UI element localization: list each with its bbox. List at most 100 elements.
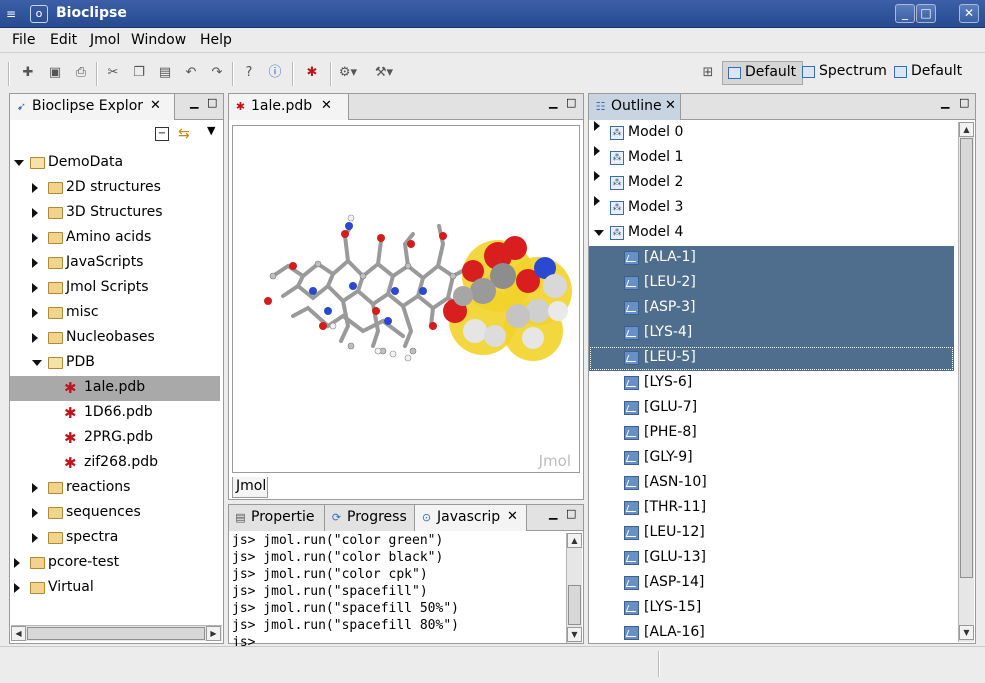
outline-residue-item[interactable]: [LYS-4]: [589, 321, 954, 346]
outline-residue-item[interactable]: [THR-11]: [589, 496, 954, 521]
undo-icon[interactable]: ↶: [181, 63, 201, 83]
minimize-view-icon[interactable]: ▁: [941, 96, 949, 109]
console-output[interactable]: js> jmol.run("color green") js> jmol.run…: [232, 532, 459, 651]
explorer-hscrollbar[interactable]: ◀ ▶: [11, 625, 222, 641]
collapsed-arrow-icon[interactable]: [32, 258, 38, 268]
collapsed-arrow-icon[interactable]: [32, 183, 38, 193]
outline-model-item[interactable]: ⁂ Model 0: [589, 121, 954, 146]
copy-icon[interactable]: ❐: [129, 63, 149, 83]
tree-item[interactable]: Jmol Scripts: [10, 276, 220, 301]
tab-progress[interactable]: ⟳ Progress: [325, 505, 415, 531]
save-icon[interactable]: ▣: [45, 63, 65, 83]
help-icon[interactable]: ⓘ: [265, 63, 285, 83]
maximize-view-icon[interactable]: □: [566, 507, 576, 520]
outline-residue-item[interactable]: [LEU-5]: [589, 346, 954, 371]
minimize-button[interactable]: _: [895, 4, 915, 23]
scroll-up-button[interactable]: ▲: [567, 533, 582, 548]
molecule-icon[interactable]: ✱: [302, 63, 322, 83]
collapsed-arrow-icon[interactable]: [32, 483, 38, 493]
collapsed-arrow-icon[interactable]: [594, 196, 600, 206]
collapsed-arrow-icon[interactable]: [32, 333, 38, 343]
tree-item[interactable]: pcore-test: [10, 551, 220, 576]
tree-item[interactable]: ✱ zif268.pdb: [10, 451, 220, 476]
window-menu-icon[interactable]: ≡: [6, 7, 22, 21]
menu-edit[interactable]: Edit: [50, 32, 77, 48]
outline-model-item[interactable]: ⁂ Model 4: [589, 221, 954, 246]
console-scrollbar[interactable]: ▲ ▼: [566, 533, 582, 643]
perspective-default[interactable]: Default: [722, 61, 804, 85]
tree-item[interactable]: Amino acids: [10, 226, 220, 251]
tree-item[interactable]: spectra: [10, 526, 220, 551]
outline-residue-item[interactable]: [ALA-1]: [589, 246, 954, 271]
scroll-left-button[interactable]: ◀: [11, 626, 26, 641]
collapsed-arrow-icon[interactable]: [32, 233, 38, 243]
open-perspective-icon[interactable]: ⊞: [698, 63, 718, 83]
menu-window[interactable]: Window: [131, 32, 186, 48]
tab-outline[interactable]: ☷ Outline ✕: [589, 94, 681, 120]
tab-javascript[interactable]: ⊙ Javascrip ✕: [415, 505, 527, 531]
expanded-arrow-icon[interactable]: [14, 160, 24, 166]
outline-model-item[interactable]: ⁂ Model 3: [589, 196, 954, 221]
tab-jmol[interactable]: Jmol: [232, 477, 268, 498]
maximize-view-icon[interactable]: □: [566, 96, 576, 109]
scroll-up-button[interactable]: ▲: [959, 122, 974, 137]
close-tab-icon[interactable]: ✕: [507, 509, 518, 524]
outline-residue-item[interactable]: [LYS-15]: [589, 596, 954, 621]
close-tab-icon[interactable]: ✕: [665, 98, 676, 113]
collapsed-arrow-icon[interactable]: [32, 308, 38, 318]
collapsed-arrow-icon[interactable]: [32, 208, 38, 218]
tree-item[interactable]: 3D Structures: [10, 201, 220, 226]
outline-residue-item[interactable]: [LEU-12]: [589, 521, 954, 546]
collapsed-arrow-icon[interactable]: [14, 558, 20, 568]
help-search-icon[interactable]: ?: [239, 63, 259, 83]
outline-residue-item[interactable]: [GLU-13]: [589, 546, 954, 571]
collapsed-arrow-icon[interactable]: [594, 146, 600, 156]
tools-dropdown-icon[interactable]: ⚒▾: [374, 63, 394, 83]
outline-residue-item[interactable]: [GLY-9]: [589, 446, 954, 471]
outline-model-item[interactable]: ⁂ Model 2: [589, 171, 954, 196]
scroll-right-button[interactable]: ▶: [206, 626, 221, 641]
expanded-arrow-icon[interactable]: [594, 230, 604, 236]
perspective-default-2[interactable]: Default: [889, 61, 968, 85]
paste-icon[interactable]: ▤: [155, 63, 175, 83]
collapsed-arrow-icon[interactable]: [14, 583, 20, 593]
close-tab-icon[interactable]: ✕: [150, 98, 161, 113]
view-menu-icon[interactable]: ▼: [207, 124, 215, 137]
tree-item[interactable]: PDB: [10, 351, 220, 376]
perspective-spectrum[interactable]: Spectrum: [797, 61, 893, 85]
maximize-view-icon[interactable]: □: [959, 96, 969, 109]
tree-item[interactable]: 2D structures: [10, 176, 220, 201]
tree-item[interactable]: misc: [10, 301, 220, 326]
collapsed-arrow-icon[interactable]: [32, 508, 38, 518]
collapsed-arrow-icon[interactable]: [594, 121, 600, 131]
tree-item[interactable]: Virtual: [10, 576, 220, 601]
run-dropdown-icon[interactable]: ⚙▾: [338, 63, 358, 83]
menu-jmol[interactable]: Jmol: [90, 32, 120, 48]
outline-model-item[interactable]: ⁂ Model 1: [589, 146, 954, 171]
outline-residue-item[interactable]: [LYS-6]: [589, 371, 954, 396]
collapsed-arrow-icon[interactable]: [594, 171, 600, 181]
tab-explorer[interactable]: ➹ Bioclipse Explor ✕: [10, 94, 175, 120]
outline-residue-item[interactable]: [PHE-8]: [589, 421, 954, 446]
outline-residue-item[interactable]: [ASP-14]: [589, 571, 954, 596]
cut-icon[interactable]: ✂: [103, 63, 123, 83]
tree-item[interactable]: reactions: [10, 476, 220, 501]
tab-1ale-pdb[interactable]: ✱ 1ale.pdb ✕: [229, 94, 349, 120]
close-button[interactable]: ✕: [959, 4, 979, 23]
scroll-thumb[interactable]: [568, 585, 581, 625]
tree-item[interactable]: ✱ 1ale.pdb: [10, 376, 220, 401]
print-icon[interactable]: ⎙: [71, 63, 91, 83]
jmol-viewer[interactable]: Jmol: [232, 125, 580, 473]
tree-item[interactable]: DemoData: [10, 151, 220, 176]
minimize-view-icon[interactable]: ▁: [549, 507, 557, 520]
tree-item[interactable]: Nucleobases: [10, 326, 220, 351]
minimize-view-icon[interactable]: ▁: [190, 96, 198, 109]
tab-properties[interactable]: ▤ Propertie: [229, 505, 325, 531]
tree-item[interactable]: JavaScripts: [10, 251, 220, 276]
new-icon[interactable]: ✚: [18, 63, 38, 83]
close-tab-icon[interactable]: ✕: [321, 98, 332, 113]
outline-residue-item[interactable]: [ALA-16]: [589, 621, 954, 641]
maximize-view-icon[interactable]: □: [207, 96, 217, 109]
menu-file[interactable]: File: [12, 32, 35, 48]
collapsed-arrow-icon[interactable]: [32, 533, 38, 543]
